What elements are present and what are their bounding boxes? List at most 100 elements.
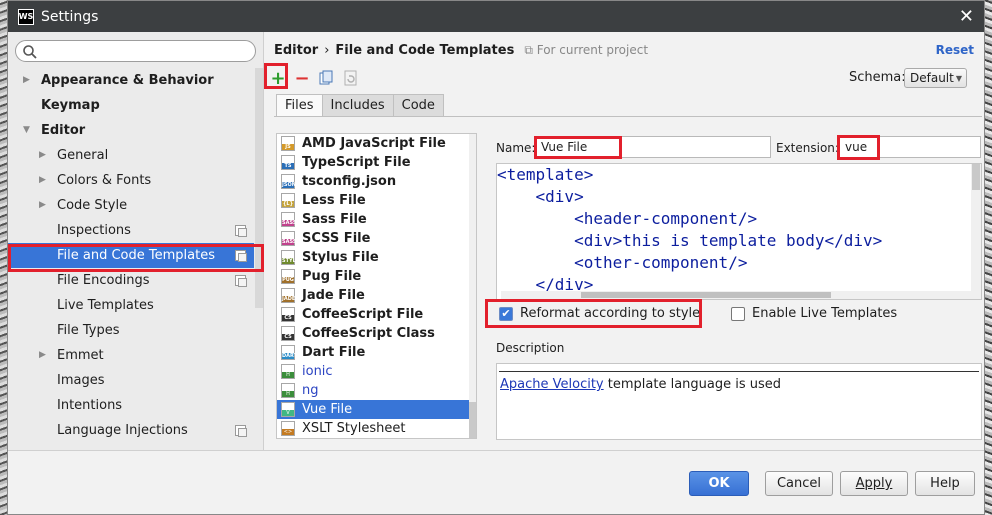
template-item[interactable]: CS CoffeeScript Class bbox=[277, 324, 476, 343]
file-type-icon: PUG bbox=[281, 269, 295, 284]
template-item-label: Dart File bbox=[302, 345, 366, 360]
ok-button[interactable]: OK bbox=[689, 471, 749, 496]
tab-includes[interactable]: Includes bbox=[321, 94, 394, 116]
schema-select[interactable]: Default ▼ bbox=[904, 68, 967, 88]
template-item[interactable]: JS AMD JavaScript File bbox=[277, 134, 476, 153]
chevron-right-icon[interactable]: ▶ bbox=[39, 193, 46, 218]
checkbox-unchecked-icon[interactable] bbox=[731, 306, 745, 321]
sidebar-item-file-encodings[interactable]: File Encodings bbox=[8, 268, 254, 293]
template-item-label: Sass File bbox=[302, 212, 367, 227]
file-type-icon: STYL bbox=[281, 250, 296, 265]
settings-dialog: WS Settings ✕ ▶ Appearance & Behavior Keym… bbox=[7, 0, 985, 515]
search-input[interactable] bbox=[15, 40, 256, 62]
project-scope-icon bbox=[235, 275, 247, 287]
sidebar-item-file-types[interactable]: File Types bbox=[8, 318, 254, 343]
window-title: Settings bbox=[41, 8, 99, 25]
sidebar-item-label: File Encodings bbox=[57, 273, 150, 288]
file-type-tag: {L} bbox=[282, 201, 294, 207]
highlight-add-button bbox=[264, 63, 288, 89]
sidebar-item-editor[interactable]: ▼ Editor bbox=[8, 118, 254, 143]
highlight-name-field bbox=[534, 136, 622, 159]
template-item-label: SCSS File bbox=[302, 231, 371, 246]
reset-to-default-icon[interactable] bbox=[339, 67, 361, 89]
apache-velocity-link[interactable]: Apache Velocity bbox=[500, 377, 604, 392]
template-item[interactable]: DART Dart File bbox=[277, 343, 476, 362]
template-item[interactable]: CS CoffeeScript File bbox=[277, 305, 476, 324]
template-item[interactable]: <> XSLT Stylesheet bbox=[277, 419, 476, 438]
editor-vertical-scroll-thumb[interactable] bbox=[972, 164, 980, 190]
file-type-icon: SASS bbox=[281, 212, 296, 227]
template-item[interactable]: {L} Less File bbox=[277, 191, 476, 210]
sidebar-item-keymap[interactable]: Keymap bbox=[8, 93, 254, 118]
chevron-right-icon[interactable]: ▶ bbox=[23, 68, 30, 93]
live-templates-checkbox[interactable]: Enable Live Templates bbox=[731, 306, 897, 321]
copy-icon[interactable] bbox=[315, 67, 337, 89]
template-item[interactable]: Hionic bbox=[277, 362, 476, 381]
project-scope-icon bbox=[235, 425, 247, 437]
sidebar-item-images[interactable]: Images bbox=[8, 368, 254, 393]
code-line: <template> bbox=[497, 164, 981, 186]
settings-tree: ▶ Appearance & Behavior Keymap ▼ Editor ▶ Gene… bbox=[8, 68, 254, 443]
chevron-right-icon[interactable]: ▶ bbox=[39, 343, 46, 368]
sidebar-item-emmet[interactable]: ▶ Emmet bbox=[8, 343, 254, 368]
template-item[interactable]: JSON tsconfig.json bbox=[277, 172, 476, 191]
sidebar-item-live-templates[interactable]: Live Templates bbox=[8, 293, 254, 318]
template-item[interactable]: PUG Pug File bbox=[277, 267, 476, 286]
editor-horizontal-scrollbar[interactable] bbox=[501, 291, 971, 299]
sidebar-item-label: Keymap bbox=[41, 98, 100, 113]
template-editor[interactable]: <template> <div> <header-component/> <di… bbox=[496, 163, 982, 300]
code-line: <div>this is template body</div> bbox=[497, 230, 981, 252]
code-text: <div> bbox=[535, 187, 584, 206]
sidebar-item-code-style[interactable]: ▶ Code Style bbox=[8, 193, 254, 218]
template-item[interactable]: Hng bbox=[277, 381, 476, 400]
sidebar-item-inspections[interactable]: Inspections bbox=[8, 218, 254, 243]
sidebar-item-label: File and Code Templates bbox=[57, 248, 215, 263]
file-type-tag: V bbox=[282, 410, 294, 416]
template-item[interactable]: SASS Sass File bbox=[277, 210, 476, 229]
apply-button[interactable]: Apply bbox=[840, 471, 908, 496]
template-list-scroll-thumb[interactable] bbox=[469, 402, 476, 438]
apply-button-mnemonic: Apply bbox=[855, 476, 893, 491]
template-item-label: AMD JavaScript File bbox=[302, 136, 446, 151]
reset-link[interactable]: Reset bbox=[936, 43, 974, 57]
sidebar-item-colors-fonts[interactable]: ▶ Colors & Fonts bbox=[8, 168, 254, 193]
remove-icon[interactable]: − bbox=[291, 67, 313, 89]
close-icon[interactable]: ✕ bbox=[959, 6, 974, 27]
cancel-button[interactable]: Cancel bbox=[765, 471, 833, 496]
sidebar-item-intentions[interactable]: Intentions bbox=[8, 393, 254, 418]
template-item[interactable]: V Vue File bbox=[277, 400, 476, 419]
sidebar-item-language-injections[interactable]: Language Injections bbox=[8, 418, 254, 443]
editor-vertical-scrollbar[interactable] bbox=[971, 164, 981, 299]
sidebar-item-label: Code Style bbox=[57, 198, 128, 213]
template-list-scrollbar[interactable] bbox=[469, 134, 476, 438]
sidebar-item-appearance-behavior[interactable]: ▶ Appearance & Behavior bbox=[8, 68, 254, 93]
template-item-label: ionic bbox=[302, 364, 333, 379]
template-item-label: tsconfig.json bbox=[302, 174, 397, 189]
help-button[interactable]: Help bbox=[915, 471, 975, 496]
chevron-down-icon[interactable]: ▼ bbox=[23, 118, 30, 143]
template-item[interactable]: TS TypeScript File bbox=[277, 153, 476, 172]
editor-horizontal-scroll-thumb[interactable] bbox=[581, 292, 831, 298]
chevron-right-icon[interactable]: ▶ bbox=[39, 168, 46, 193]
description-rest: template language is used bbox=[603, 377, 782, 392]
template-item-label: TypeScript File bbox=[302, 155, 411, 170]
file-type-icon: TS bbox=[281, 155, 295, 170]
chevron-right-icon[interactable]: ▶ bbox=[39, 143, 46, 168]
sidebar-item-label: Appearance & Behavior bbox=[41, 73, 214, 88]
template-item[interactable]: STYL Stylus File bbox=[277, 248, 476, 267]
file-type-tag: PUG bbox=[282, 277, 294, 283]
tab-files[interactable]: Files bbox=[276, 94, 323, 117]
sidebar-item-label: General bbox=[57, 148, 109, 163]
template-item[interactable]: SASS SCSS File bbox=[277, 229, 476, 248]
file-type-icon: H bbox=[281, 383, 295, 398]
sidebar-item-file-and-code-templates[interactable]: File and Code Templates bbox=[8, 243, 254, 268]
project-scope: ⧉ For current project bbox=[524, 43, 648, 58]
tab-code[interactable]: Code bbox=[392, 94, 444, 116]
file-type-tag: TS bbox=[282, 163, 294, 169]
background-right bbox=[984, 0, 992, 515]
template-item[interactable]: JADE Jade File bbox=[277, 286, 476, 305]
project-scope-icon bbox=[235, 250, 247, 262]
sidebar-scrollbar[interactable] bbox=[255, 68, 263, 308]
sidebar-item-general[interactable]: ▶ General bbox=[8, 143, 254, 168]
